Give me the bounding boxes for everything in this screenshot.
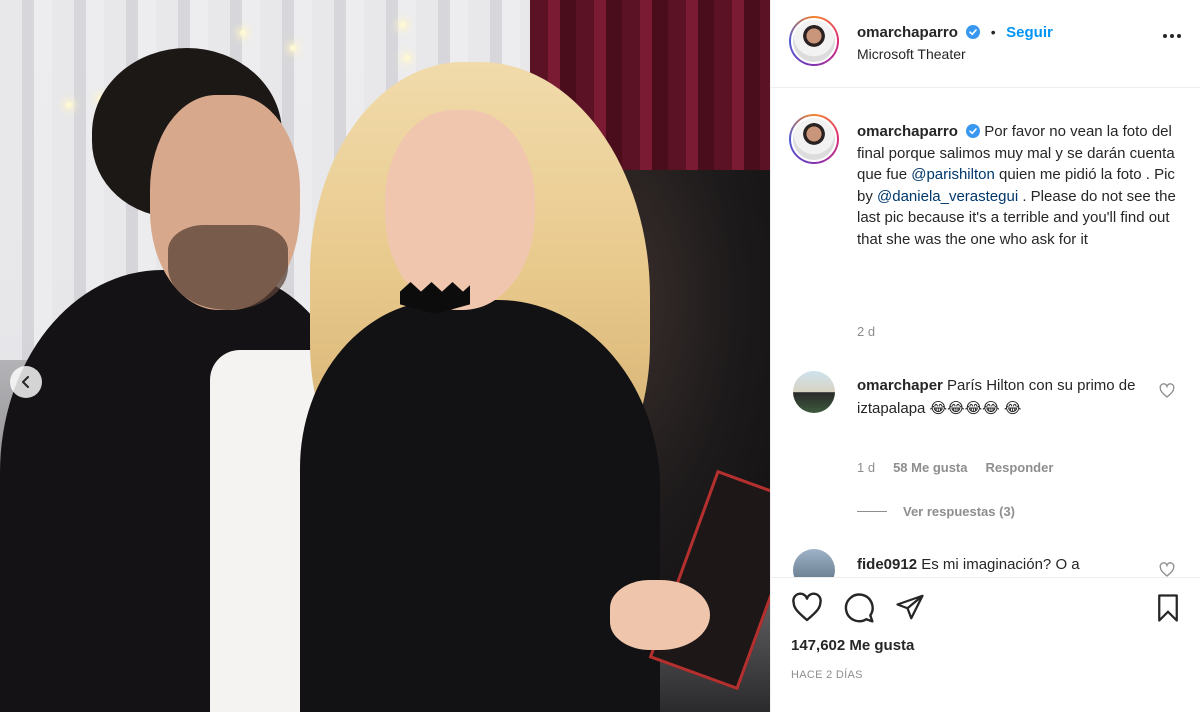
comment-text: fide0912 Es mi imaginación? O a (857, 553, 1157, 576)
comment-time[interactable]: 1 d (857, 460, 875, 475)
view-replies-button[interactable]: Ver respuestas (3) (857, 504, 1015, 519)
post-header: omarchaparro • Seguir Microsoft Theater (771, 0, 1200, 88)
bookmark-icon[interactable] (1153, 592, 1183, 624)
mention-link[interactable]: @daniela_verastegui (877, 188, 1018, 205)
author-username[interactable]: omarchaparro (857, 24, 958, 41)
comment-username[interactable]: fide0912 (857, 556, 917, 573)
woman-face (385, 110, 535, 310)
mention-link[interactable]: @parishilton (911, 166, 995, 183)
avatar[interactable] (789, 16, 839, 66)
comment-username[interactable]: omarchaper (857, 377, 943, 394)
post-timestamp[interactable]: HACE 2 DÍAS (791, 669, 863, 681)
avatar-image (791, 116, 837, 162)
hand (610, 580, 710, 650)
location-link[interactable]: Microsoft Theater (857, 46, 966, 62)
comment-text: omarchaper París Hilton con su primo de … (857, 374, 1157, 420)
light-sparkle (290, 45, 296, 51)
likes-count[interactable]: 147,602 Me gusta (791, 637, 914, 654)
avatar-image (791, 18, 837, 64)
verified-badge-icon (966, 25, 981, 39)
caption-avatar[interactable] (789, 114, 839, 164)
verified-badge-icon (966, 124, 981, 138)
comment-meta: 1 d 58 Me gusta Responder (857, 460, 1053, 475)
paper-plane-icon[interactable] (895, 592, 925, 622)
comment-avatar[interactable] (793, 549, 835, 577)
comment-icon[interactable] (843, 592, 875, 624)
comment-likes[interactable]: 58 Me gusta (893, 460, 967, 475)
chevron-left-icon (22, 376, 29, 388)
caption-username[interactable]: omarchaparro (857, 123, 958, 140)
comments-section[interactable]: omarchaparro Por favor no vean la foto d… (771, 89, 1200, 577)
post-sidebar: omarchaparro • Seguir Microsoft Theater … (770, 0, 1200, 712)
small-heart-icon[interactable] (1159, 562, 1175, 577)
small-heart-icon[interactable] (1159, 383, 1175, 399)
heart-icon[interactable] (791, 592, 823, 624)
separator-dot: • (990, 24, 996, 40)
previous-photo-button[interactable] (10, 366, 42, 398)
woman-figure (300, 300, 660, 712)
more-options-icon[interactable] (1163, 34, 1181, 38)
man-beard (168, 225, 288, 310)
light-sparkle (66, 102, 72, 108)
post-photo[interactable] (0, 0, 770, 712)
header-line: omarchaparro • Seguir (857, 24, 1053, 42)
replies-line (857, 511, 887, 512)
comment-avatar[interactable] (793, 371, 835, 413)
caption-timestamp[interactable]: 2 d (857, 324, 875, 339)
post-actions: 147,602 Me gusta HACE 2 DÍAS (771, 577, 1200, 712)
caption: omarchaparro Por favor no vean la foto d… (857, 121, 1177, 250)
comment-body: Es mi imaginación? O a (921, 556, 1080, 573)
light-sparkle (240, 30, 246, 36)
follow-button[interactable]: Seguir (1006, 24, 1053, 41)
light-sparkle (400, 22, 406, 28)
view-replies-label: Ver respuestas (3) (903, 504, 1016, 519)
reply-button[interactable]: Responder (986, 460, 1054, 475)
light-sparkle (404, 55, 410, 61)
